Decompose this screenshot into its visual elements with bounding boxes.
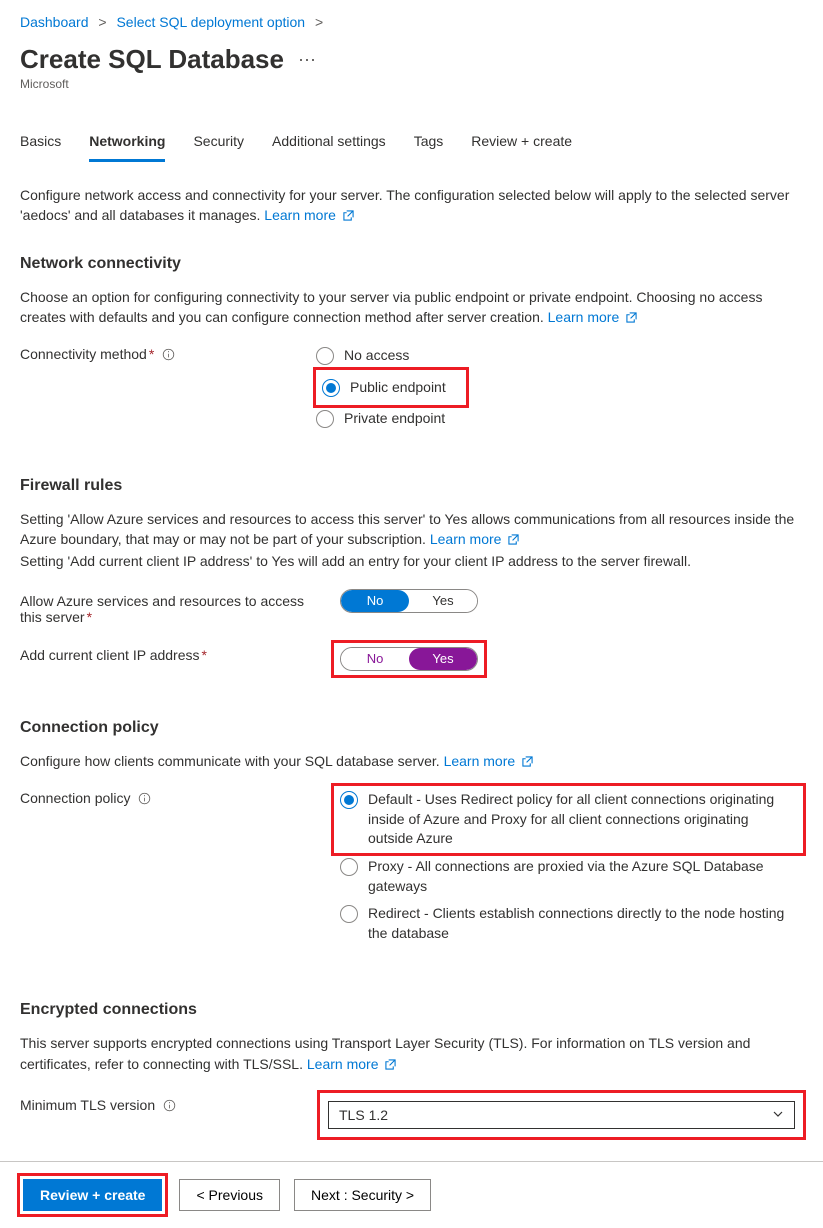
connection-policy-redirect-radio[interactable]: Redirect - Clients establish connections… bbox=[334, 900, 803, 947]
connection-policy-desc: Configure how clients communicate with y… bbox=[20, 751, 803, 772]
add-client-ip-label: Add current client IP address* bbox=[20, 643, 316, 663]
min-tls-version-label: Minimum TLS version bbox=[20, 1093, 316, 1115]
connectivity-private-endpoint-label: Private endpoint bbox=[344, 409, 445, 429]
network-connectivity-desc: Choose an option for configuring connect… bbox=[20, 287, 803, 329]
external-link-icon bbox=[343, 206, 354, 226]
add-client-ip-toggle[interactable]: No Yes bbox=[340, 647, 478, 671]
radio-icon bbox=[340, 905, 358, 923]
info-icon[interactable] bbox=[138, 792, 151, 808]
tab-bar: Basics Networking Security Additional se… bbox=[20, 133, 803, 163]
firewall-desc1-text: Setting 'Allow Azure services and resour… bbox=[20, 511, 794, 547]
toggle-yes[interactable]: Yes bbox=[409, 648, 477, 670]
connectivity-public-endpoint-radio[interactable]: Public endpoint bbox=[322, 374, 460, 402]
publisher-label: Microsoft bbox=[20, 77, 803, 91]
encrypted-connections-heading: Encrypted connections bbox=[20, 1001, 803, 1019]
tab-basics[interactable]: Basics bbox=[20, 133, 61, 162]
chevron-down-icon bbox=[772, 1107, 784, 1123]
encrypted-learn-more-link[interactable]: Learn more bbox=[307, 1056, 379, 1072]
external-link-icon bbox=[508, 530, 519, 550]
encrypted-connections-desc: This server supports encrypted connectio… bbox=[20, 1033, 803, 1075]
breadcrumb-dashboard[interactable]: Dashboard bbox=[20, 14, 89, 30]
firewall-desc: Setting 'Allow Azure services and resour… bbox=[20, 509, 803, 571]
info-icon[interactable] bbox=[163, 1099, 176, 1115]
toggle-no[interactable]: No bbox=[341, 648, 409, 670]
next-security-button[interactable]: Next : Security > bbox=[294, 1179, 431, 1211]
intro-text-content: Configure network access and connectivit… bbox=[20, 187, 789, 223]
more-actions-button[interactable]: ⋯ bbox=[298, 50, 318, 71]
radio-icon bbox=[316, 410, 334, 428]
min-tls-version-value: TLS 1.2 bbox=[339, 1107, 388, 1123]
connectivity-public-endpoint-label: Public endpoint bbox=[350, 378, 446, 398]
allow-azure-services-label: Allow Azure services and resources to ac… bbox=[20, 589, 316, 625]
toggle-no[interactable]: No bbox=[341, 590, 409, 612]
firewall-desc2-text: Setting 'Add current client IP address' … bbox=[20, 553, 691, 569]
breadcrumb-sep: > bbox=[315, 14, 323, 30]
network-connectivity-heading: Network connectivity bbox=[20, 255, 803, 273]
connection-policy-redirect-label: Redirect - Clients establish connections… bbox=[368, 904, 797, 943]
info-icon[interactable] bbox=[162, 348, 175, 364]
firewall-rules-heading: Firewall rules bbox=[20, 477, 803, 495]
connectivity-method-label: Connectivity method* bbox=[20, 342, 316, 364]
connectivity-private-endpoint-radio[interactable]: Private endpoint bbox=[316, 405, 803, 433]
previous-button[interactable]: < Previous bbox=[179, 1179, 280, 1211]
connection-policy-learn-more-link[interactable]: Learn more bbox=[444, 753, 516, 769]
radio-icon bbox=[322, 379, 340, 397]
review-create-button[interactable]: Review + create bbox=[23, 1179, 162, 1211]
connectivity-no-access-label: No access bbox=[344, 346, 409, 366]
breadcrumb-deployment-option[interactable]: Select SQL deployment option bbox=[116, 14, 305, 30]
tab-additional-settings[interactable]: Additional settings bbox=[272, 133, 386, 162]
connection-policy-proxy-label: Proxy - All connections are proxied via … bbox=[368, 857, 797, 896]
tab-tags[interactable]: Tags bbox=[414, 133, 444, 162]
radio-icon bbox=[316, 347, 334, 365]
page-title: Create SQL Database bbox=[20, 44, 284, 75]
intro-text: Configure network access and connectivit… bbox=[20, 185, 803, 227]
external-link-icon bbox=[522, 752, 533, 772]
tab-security[interactable]: Security bbox=[193, 133, 244, 162]
radio-icon bbox=[340, 791, 358, 809]
external-link-icon bbox=[385, 1055, 396, 1075]
external-link-icon bbox=[626, 308, 637, 328]
connection-policy-default-radio[interactable]: Default - Uses Redirect policy for all c… bbox=[334, 786, 803, 853]
network-connectivity-desc-text: Choose an option for configuring connect… bbox=[20, 289, 762, 325]
wizard-footer: Review + create < Previous Next : Securi… bbox=[0, 1161, 823, 1228]
tab-networking[interactable]: Networking bbox=[89, 133, 165, 162]
tab-review-create[interactable]: Review + create bbox=[471, 133, 572, 162]
min-tls-version-select[interactable]: TLS 1.2 bbox=[328, 1101, 795, 1129]
firewall-learn-more-link[interactable]: Learn more bbox=[430, 531, 502, 547]
intro-learn-more-link[interactable]: Learn more bbox=[264, 207, 336, 223]
network-connectivity-learn-more-link[interactable]: Learn more bbox=[548, 309, 620, 325]
allow-azure-services-toggle[interactable]: No Yes bbox=[340, 589, 478, 613]
toggle-yes[interactable]: Yes bbox=[409, 590, 477, 612]
connection-policy-default-label: Default - Uses Redirect policy for all c… bbox=[368, 790, 797, 849]
breadcrumb: Dashboard > Select SQL deployment option… bbox=[20, 12, 803, 34]
radio-icon bbox=[340, 858, 358, 876]
connection-policy-heading: Connection policy bbox=[20, 719, 803, 737]
connection-policy-proxy-radio[interactable]: Proxy - All connections are proxied via … bbox=[334, 853, 803, 900]
connection-policy-desc-text: Configure how clients communicate with y… bbox=[20, 753, 440, 769]
connectivity-no-access-radio[interactable]: No access bbox=[316, 342, 803, 370]
connection-policy-label: Connection policy bbox=[20, 786, 316, 808]
breadcrumb-sep: > bbox=[98, 14, 106, 30]
